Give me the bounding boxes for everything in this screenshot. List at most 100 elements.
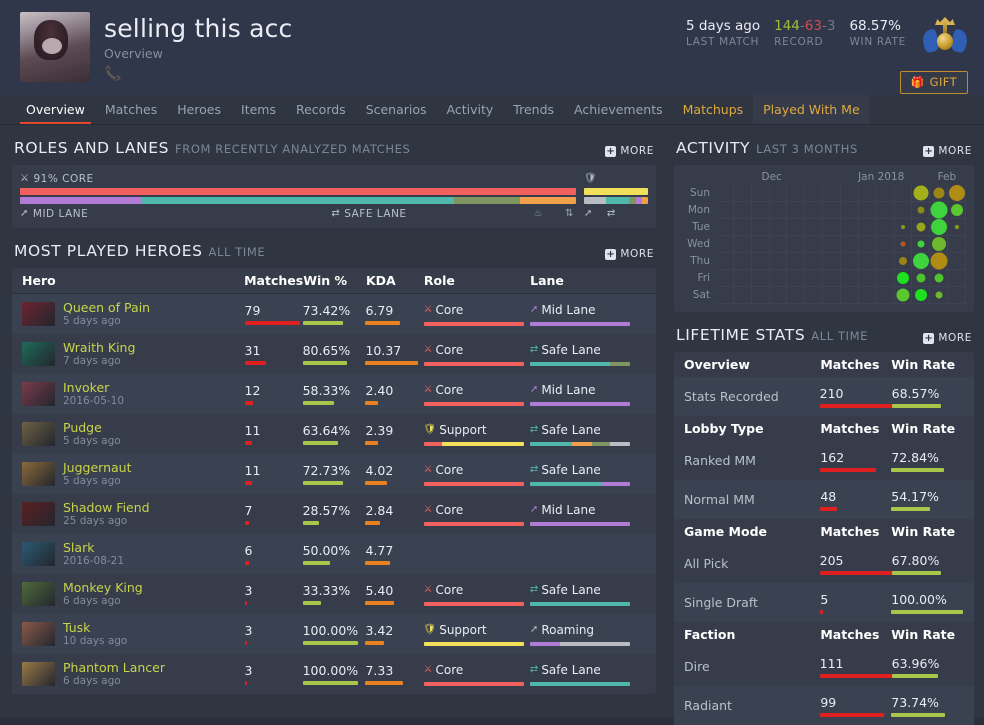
- activity-cell[interactable]: [805, 185, 824, 202]
- lifetime-row[interactable]: Radiant 99 73.74%: [674, 686, 974, 725]
- activity-cell[interactable]: [948, 219, 966, 236]
- activity-cell[interactable]: [733, 270, 752, 287]
- activity-cell[interactable]: [716, 202, 734, 219]
- table-row[interactable]: Pudge 5 days ago 11 63.64% 2.39 🛡 Support ⇄ Safe…: [12, 414, 656, 454]
- hero-name[interactable]: Wraith King: [63, 340, 135, 355]
- activity-cell[interactable]: [912, 236, 931, 253]
- activity-cell[interactable]: [894, 219, 913, 236]
- activity-cell[interactable]: [858, 253, 877, 270]
- activity-cell[interactable]: [805, 236, 824, 253]
- activity-cell[interactable]: [876, 287, 895, 304]
- activity-cell[interactable]: [841, 185, 859, 202]
- activity-cell[interactable]: [805, 202, 824, 219]
- activity-cell[interactable]: [912, 185, 931, 202]
- activity-cell[interactable]: [841, 219, 859, 236]
- activity-cell[interactable]: [948, 287, 966, 304]
- activity-cell[interactable]: [894, 236, 913, 253]
- activity-cell[interactable]: [876, 270, 895, 287]
- activity-cell[interactable]: [930, 236, 949, 253]
- activity-cell[interactable]: [733, 185, 752, 202]
- activity-cell[interactable]: [912, 253, 931, 270]
- activity-cell[interactable]: [858, 185, 877, 202]
- activity-cell[interactable]: [716, 253, 734, 270]
- table-row[interactable]: Juggernaut 5 days ago 11 72.73% 4.02 ⚔ Core ⇄ Sa…: [12, 454, 656, 494]
- main-tab-bar[interactable]: Overview Matches Heroes Items Records Scenari…: [0, 95, 984, 125]
- activity-cell[interactable]: [930, 252, 949, 270]
- activity-cell[interactable]: [751, 270, 770, 287]
- hero-name[interactable]: Monkey King: [63, 580, 143, 595]
- activity-cell[interactable]: [805, 270, 824, 287]
- activity-cell[interactable]: [716, 236, 734, 253]
- activity-cell[interactable]: [858, 287, 877, 304]
- table-row[interactable]: Invoker 2016-05-10 12 58.33% 2.40 ⚔ Core ➚ Mid L…: [12, 374, 656, 414]
- table-row[interactable]: Phantom Lancer 6 days ago 3 100.00% 7.33 ⚔ Cor…: [12, 654, 656, 694]
- tab-heroes[interactable]: Heroes: [167, 95, 231, 124]
- tab-achievements[interactable]: Achievements: [564, 95, 673, 124]
- hero-name[interactable]: Tusk: [63, 620, 127, 635]
- activity-cell[interactable]: [751, 253, 770, 270]
- tab-scenarios[interactable]: Scenarios: [356, 95, 437, 124]
- activity-cell[interactable]: [769, 270, 788, 287]
- activity-cell[interactable]: [751, 185, 770, 202]
- activity-cell[interactable]: [751, 202, 770, 219]
- activity-cell[interactable]: [876, 185, 895, 202]
- tab-trends[interactable]: Trends: [503, 95, 564, 124]
- activity-cell[interactable]: [912, 287, 931, 304]
- activity-cell[interactable]: [805, 287, 824, 304]
- activity-cell[interactable]: [823, 202, 841, 219]
- activity-cell[interactable]: [841, 236, 859, 253]
- activity-cell[interactable]: [787, 219, 806, 236]
- activity-cell[interactable]: [876, 202, 895, 219]
- activity-cell[interactable]: [716, 219, 734, 236]
- activity-cell[interactable]: [948, 236, 966, 253]
- lifetime-more-button[interactable]: + MORE: [923, 332, 972, 344]
- tab-played-with-me[interactable]: Played With Me: [753, 95, 870, 124]
- activity-cell[interactable]: [930, 219, 949, 236]
- activity-cell[interactable]: [769, 253, 788, 270]
- activity-cell[interactable]: [858, 270, 877, 287]
- activity-cell[interactable]: [876, 236, 895, 253]
- activity-cell[interactable]: [769, 287, 788, 304]
- lifetime-row[interactable]: All Pick 205 67.80%: [674, 544, 974, 583]
- activity-cell[interactable]: [894, 287, 913, 304]
- activity-cell[interactable]: [930, 185, 949, 202]
- activity-cell[interactable]: [787, 253, 806, 270]
- tab-records[interactable]: Records: [286, 95, 356, 124]
- activity-cell[interactable]: [769, 236, 788, 253]
- activity-cell[interactable]: [841, 270, 859, 287]
- activity-cell[interactable]: [823, 219, 841, 236]
- tab-matches[interactable]: Matches: [95, 95, 167, 124]
- activity-cell[interactable]: [912, 202, 931, 219]
- tab-activity[interactable]: Activity: [437, 95, 504, 124]
- activity-cell[interactable]: [733, 202, 752, 219]
- activity-cell[interactable]: [930, 287, 949, 304]
- activity-cell[interactable]: [733, 253, 752, 270]
- activity-cell[interactable]: [912, 270, 931, 287]
- activity-cell[interactable]: [769, 219, 788, 236]
- table-row[interactable]: Queen of Pain 5 days ago 79 73.42% 6.79 ⚔ Core…: [12, 294, 656, 334]
- hero-name[interactable]: Pudge: [63, 420, 121, 435]
- activity-cell[interactable]: [894, 270, 913, 287]
- activity-cell[interactable]: [716, 270, 734, 287]
- activity-cell[interactable]: [733, 236, 752, 253]
- activity-cell[interactable]: [948, 185, 966, 202]
- table-row[interactable]: Slark 2016-08-21 6 50.00% 4.77: [12, 534, 656, 574]
- activity-cell[interactable]: [948, 270, 966, 287]
- table-row[interactable]: Wraith King 7 days ago 31 80.65% 10.37 ⚔ Core ⇄…: [12, 334, 656, 374]
- activity-cell[interactable]: [823, 253, 841, 270]
- activity-cell[interactable]: [841, 287, 859, 304]
- activity-cell[interactable]: [912, 219, 931, 236]
- activity-cell[interactable]: [787, 202, 806, 219]
- table-row[interactable]: Monkey King 6 days ago 3 33.33% 5.40 ⚔ Core ⇄ Sa…: [12, 574, 656, 614]
- activity-heatmap[interactable]: [716, 185, 966, 304]
- lifetime-row[interactable]: Stats Recorded 210 68.57%: [674, 377, 974, 416]
- activity-cell[interactable]: [751, 287, 770, 304]
- table-row[interactable]: Tusk 10 days ago 3 100.00% 3.42 🛡 Support ➚ Roam…: [12, 614, 656, 654]
- activity-cell[interactable]: [823, 236, 841, 253]
- lifetime-row[interactable]: Single Draft 5 100.00%: [674, 583, 974, 622]
- tab-overview[interactable]: Overview: [16, 95, 95, 124]
- table-row[interactable]: Shadow Fiend 25 days ago 7 28.57% 2.84 ⚔ Core ➚…: [12, 494, 656, 534]
- gift-button[interactable]: 🎁 GIFT: [899, 71, 968, 94]
- activity-cell[interactable]: [823, 287, 841, 304]
- activity-cell[interactable]: [841, 202, 859, 219]
